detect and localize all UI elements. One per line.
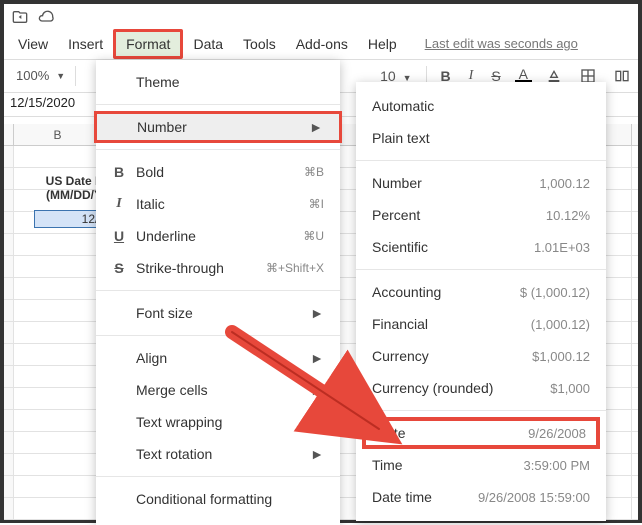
- last-edit-link[interactable]: Last edit was seconds ago: [425, 36, 578, 51]
- menu-text-rotation[interactable]: Text rotation ►: [96, 438, 340, 470]
- fmt-plain-text[interactable]: Plain text: [356, 122, 606, 154]
- caret-down-icon: ▼: [56, 71, 65, 81]
- chevron-right-icon: ►: [310, 350, 324, 366]
- menu-help[interactable]: Help: [358, 32, 407, 56]
- chevron-right-icon: ►: [310, 446, 324, 462]
- merge-button[interactable]: [610, 67, 634, 84]
- menu-theme[interactable]: Theme: [96, 66, 340, 98]
- menu-text-wrapping[interactable]: Text wrapping ►: [96, 406, 340, 438]
- fmt-currency-rounded[interactable]: Currency (rounded)$1,000: [356, 372, 606, 404]
- menu-bar: View Insert Format Data Tools Add-ons He…: [4, 29, 638, 59]
- title-bar-icons: [4, 4, 638, 29]
- fmt-datetime[interactable]: Date time9/26/2008 15:59:00: [356, 481, 606, 513]
- menu-italic[interactable]: I Italic ⌘I: [96, 188, 340, 220]
- chevron-right-icon: ►: [309, 119, 323, 135]
- menu-merge[interactable]: Merge cells ►: [96, 374, 340, 406]
- menu-number[interactable]: Number ►: [94, 111, 342, 143]
- chevron-right-icon: ►: [310, 414, 324, 430]
- text-color-button[interactable]: A: [515, 68, 532, 83]
- chevron-right-icon: ►: [310, 305, 324, 321]
- menu-bold[interactable]: B Bold ⌘B: [96, 156, 340, 188]
- cloud-saved-icon[interactable]: [38, 8, 54, 25]
- menu-strike[interactable]: S Strike-through ⌘+Shift+X: [96, 252, 340, 284]
- menu-conditional-formatting[interactable]: Conditional formatting: [96, 483, 340, 515]
- fmt-percent[interactable]: Percent10.12%: [356, 199, 606, 231]
- fmt-financial[interactable]: Financial(1,000.12): [356, 308, 606, 340]
- fmt-scientific[interactable]: Scientific1.01E+03: [356, 231, 606, 263]
- number-submenu: Automatic Plain text Number1,000.12 Perc…: [356, 82, 606, 521]
- menu-view[interactable]: View: [8, 32, 58, 56]
- col-header-b[interactable]: B: [14, 124, 102, 145]
- select-all-corner[interactable]: [4, 124, 14, 145]
- menu-underline[interactable]: U Underline ⌘U: [96, 220, 340, 252]
- chevron-right-icon: ►: [310, 382, 324, 398]
- fmt-currency[interactable]: Currency$1,000.12: [356, 340, 606, 372]
- fmt-accounting[interactable]: Accounting$ (1,000.12): [356, 276, 606, 308]
- fmt-number[interactable]: Number1,000.12: [356, 167, 606, 199]
- format-menu: Theme Number ► B Bold ⌘B I Italic ⌘I U U…: [96, 60, 340, 525]
- zoom-value: 100%: [16, 68, 49, 83]
- zoom-select[interactable]: 100% ▼: [10, 66, 71, 85]
- fmt-date[interactable]: Date9/26/2008: [362, 417, 600, 449]
- menu-font-size[interactable]: Font size ►: [96, 297, 340, 329]
- menu-align[interactable]: Align ►: [96, 342, 340, 374]
- menu-insert[interactable]: Insert: [58, 32, 113, 56]
- menu-format[interactable]: Format: [113, 29, 183, 59]
- menu-data[interactable]: Data: [183, 32, 233, 56]
- menu-addons[interactable]: Add-ons: [286, 32, 358, 56]
- menu-tools[interactable]: Tools: [233, 32, 286, 56]
- fmt-time[interactable]: Time3:59:00 PM: [356, 449, 606, 481]
- fmt-automatic[interactable]: Automatic: [356, 90, 606, 122]
- move-icon[interactable]: [12, 8, 28, 25]
